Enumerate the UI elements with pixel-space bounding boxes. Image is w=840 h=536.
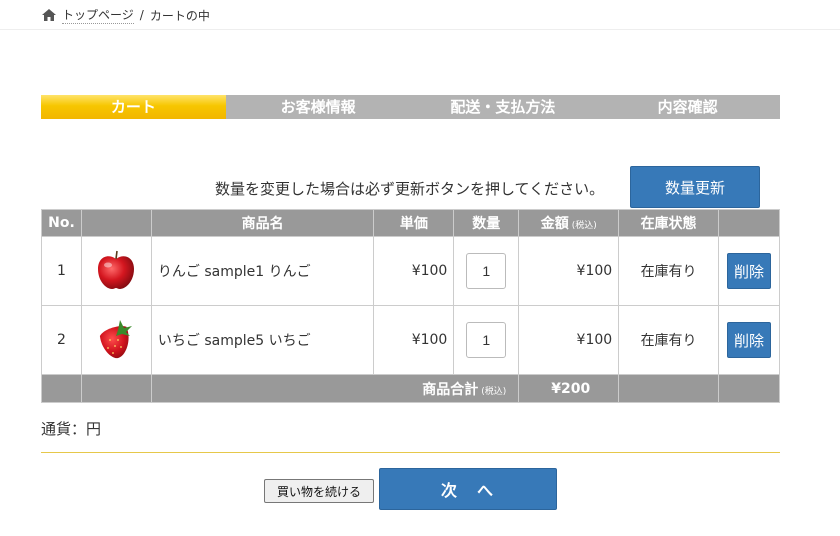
divider (41, 452, 780, 453)
home-icon (42, 9, 56, 21)
step-cart: カート (41, 95, 226, 119)
header-image (80, 209, 152, 237)
cart-table: No. 商品名 単価 数量 金額 (税込) 在庫状態 1 りんご sample1 … (41, 209, 781, 403)
delete-button[interactable]: 削除 (726, 322, 771, 358)
header-price: 単価 (373, 209, 455, 237)
table-header-row: No. 商品名 単価 数量 金額 (税込) 在庫状態 (41, 209, 781, 237)
strawberry-icon (100, 320, 133, 359)
header-amount-tax: (税込) (571, 221, 597, 231)
footer-empty (717, 374, 781, 403)
header-stock: 在庫状態 (618, 209, 719, 237)
table-row: 1 りんご sample1 りんご ¥100 ¥100 在庫有り 削除 (41, 236, 781, 306)
quantity-input[interactable] (466, 322, 507, 358)
footer-empty (80, 374, 152, 403)
breadcrumb-current: カートの中 (149, 8, 210, 23)
action-cell: 削除 (717, 236, 781, 306)
currency-note: 通貨：円 (41, 420, 102, 438)
checkout-steps: カート お客様情報 配送・支払方法 内容確認 (41, 95, 780, 119)
header-qty: 数量 (453, 209, 520, 237)
action-cell: 削除 (717, 305, 781, 375)
breadcrumb-divider (0, 29, 840, 30)
unit-price: ¥100 (373, 236, 455, 306)
breadcrumb: トップページ / カートの中 (42, 6, 210, 24)
header-action (717, 209, 781, 237)
header-name: 商品名 (150, 209, 375, 237)
continue-shopping-button[interactable]: 買い物を続ける (264, 479, 374, 503)
row-no: 1 (41, 236, 82, 306)
subtotal-tax-note: (税込) (481, 386, 507, 397)
table-footer-row: 商品合計 (税込) ¥200 (41, 374, 781, 403)
stock-status: 在庫有り (618, 305, 719, 375)
subtotal-label: 商品合計 (422, 381, 479, 398)
subtotal-label-cell: 商品合計 (税込) (150, 374, 520, 403)
update-quantity-button[interactable]: 数量更新 (630, 166, 760, 208)
breadcrumb-home-link[interactable]: トップページ (62, 6, 134, 24)
breadcrumb-separator: / (139, 8, 144, 22)
line-amount: ¥100 (518, 305, 620, 375)
step-customer-info: お客様情報 (280, 98, 356, 116)
delete-button[interactable]: 削除 (726, 253, 771, 289)
product-image-cell (80, 305, 152, 375)
subtotal-value: ¥200 (518, 374, 620, 403)
product-name: いちご sample5 いちご (150, 305, 375, 375)
stock-status: 在庫有り (618, 236, 719, 306)
step-shipping-payment: 配送・支払方法 (450, 98, 556, 116)
apple-icon (98, 250, 135, 289)
header-amount: 金額 (税込) (518, 209, 620, 237)
qty-cell (453, 305, 520, 375)
product-name: りんご sample1 りんご (150, 236, 375, 306)
table-row: 2 いちご sample5 いちご ¥100 ¥100 在庫有り 削除 (41, 305, 781, 375)
header-amount-label: 金額 (540, 216, 569, 232)
unit-price: ¥100 (373, 305, 455, 375)
step-confirm: 内容確認 (657, 98, 718, 116)
product-image-cell (80, 236, 152, 306)
row-no: 2 (41, 305, 82, 375)
footer-empty (41, 374, 82, 403)
quantity-update-notice: 数量を変更した場合は必ず更新ボタンを押してください。 (215, 180, 605, 198)
footer-empty (618, 374, 719, 403)
quantity-input[interactable] (466, 253, 507, 289)
next-button[interactable]: 次 へ (379, 468, 557, 510)
header-no: No. (41, 209, 82, 237)
qty-cell (453, 236, 520, 306)
line-amount: ¥100 (518, 236, 620, 306)
